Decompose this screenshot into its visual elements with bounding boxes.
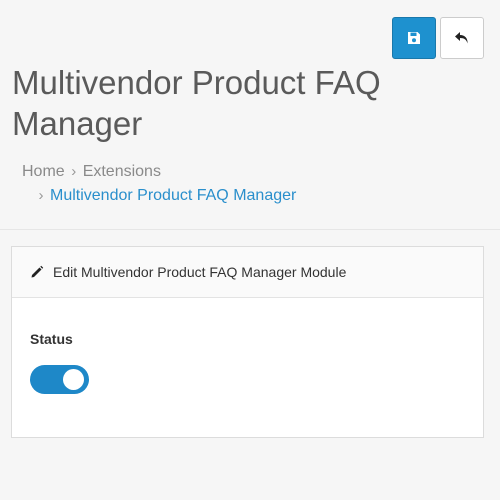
page-title: Multivendor Product FAQ Manager <box>12 64 381 142</box>
header-actions <box>392 17 484 59</box>
panel-heading-title: Edit Multivendor Product FAQ Manager Mod… <box>53 264 347 280</box>
save-button[interactable] <box>392 17 436 59</box>
undo-arrow-icon <box>454 31 470 45</box>
back-button[interactable] <box>440 17 484 59</box>
chevron-right-icon: › <box>71 163 77 180</box>
breadcrumb-home[interactable]: Home <box>22 160 65 184</box>
toggle-knob <box>63 369 84 390</box>
save-icon <box>407 31 421 45</box>
breadcrumb-extensions[interactable]: Extensions <box>83 160 161 184</box>
chevron-right-icon: › <box>38 187 44 204</box>
breadcrumb: Home › Extensions › Multivendor Product … <box>22 160 296 208</box>
panel-heading: Edit Multivendor Product FAQ Manager Mod… <box>12 247 483 298</box>
edit-module-panel: Edit Multivendor Product FAQ Manager Mod… <box>11 246 484 438</box>
panel-body: Status <box>12 298 483 394</box>
page: Multivendor Product FAQ Manager Home › E… <box>0 0 500 500</box>
header-divider <box>0 229 500 230</box>
pencil-icon <box>30 265 44 279</box>
status-label: Status <box>30 331 73 347</box>
status-toggle[interactable] <box>30 365 89 394</box>
breadcrumb-current[interactable]: Multivendor Product FAQ Manager <box>50 184 296 208</box>
